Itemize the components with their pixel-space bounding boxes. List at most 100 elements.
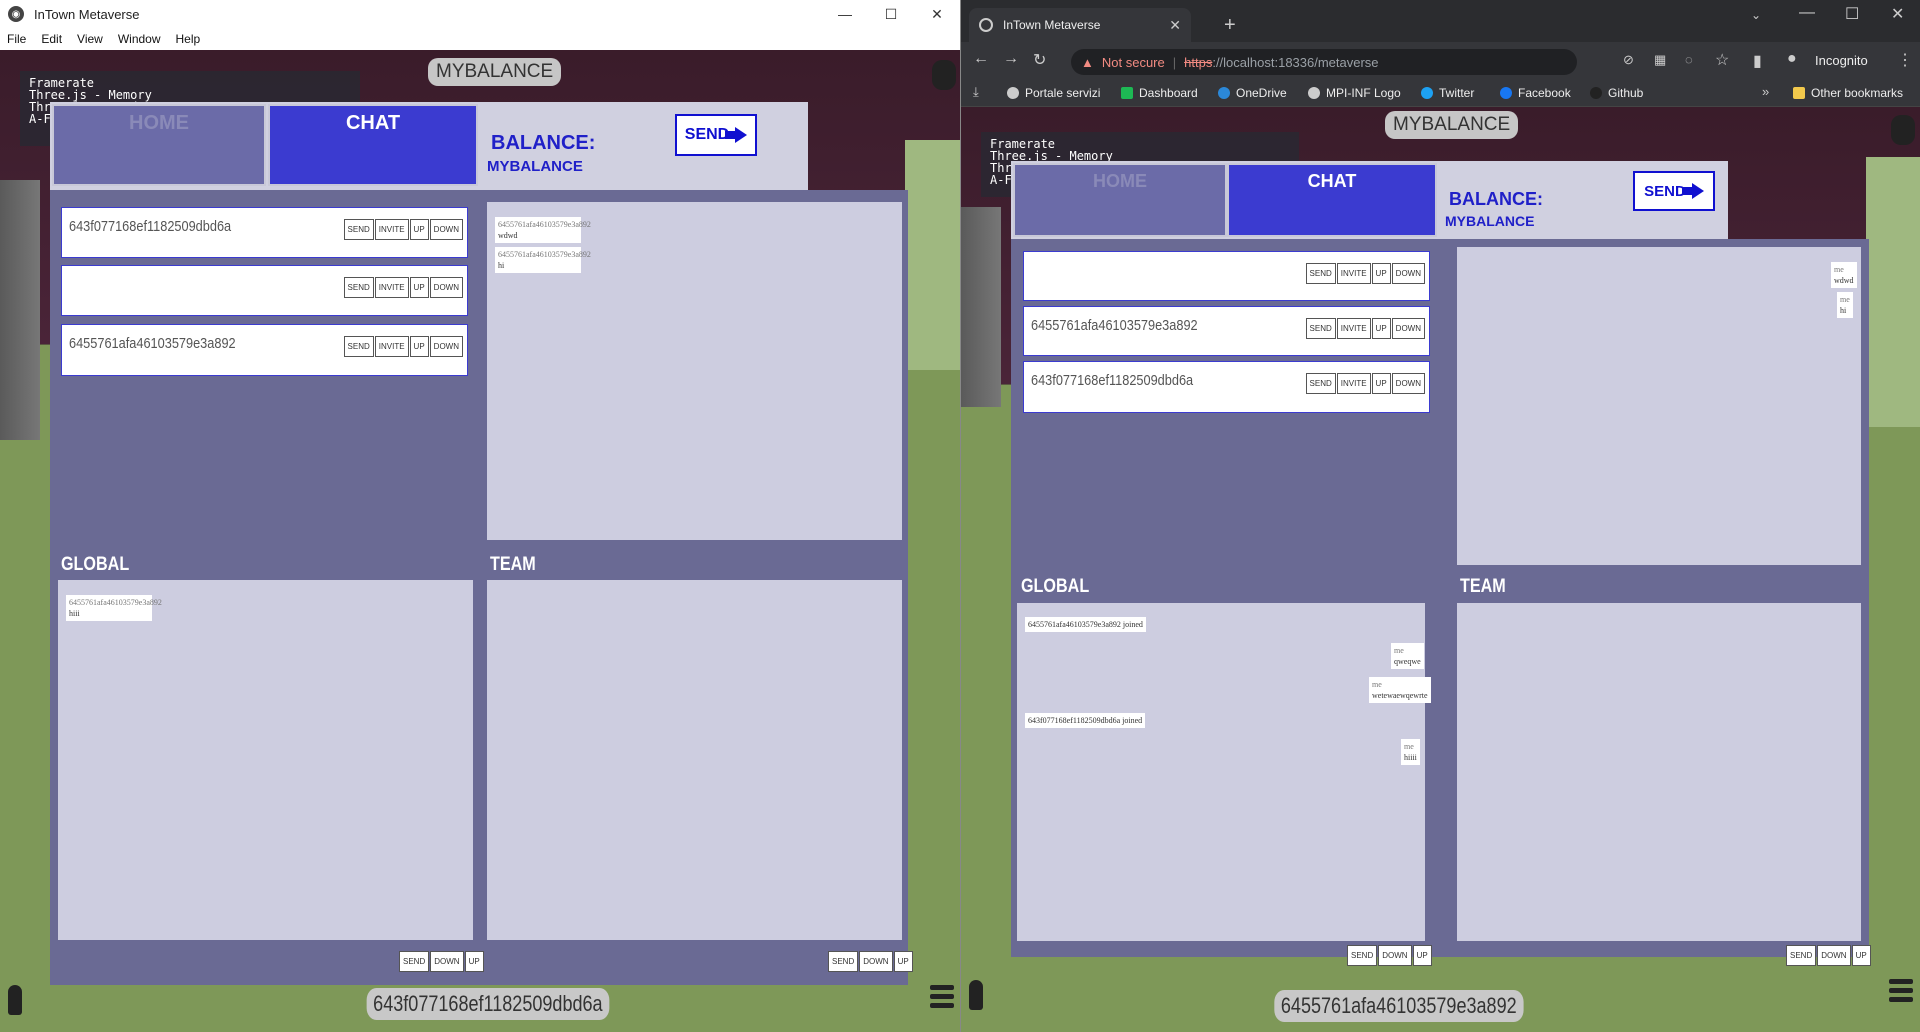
contact-send-button[interactable]: SEND — [1305, 263, 1336, 284]
extension-icon[interactable]: ▦ — [1654, 52, 1666, 68]
tab-home[interactable]: HOME — [1013, 163, 1227, 237]
metaverse-scene[interactable]: Framerate Three.js - Memory Three.js - R… — [961, 107, 1920, 1032]
contact-invite-button[interactable]: INVITE — [374, 277, 409, 298]
contact-invite-button[interactable]: INVITE — [1336, 318, 1371, 339]
team-up-button[interactable]: UP — [893, 951, 913, 972]
microphone-icon[interactable] — [969, 980, 983, 1010]
contact-row[interactable]: 6455761afa46103579e3a892 SEND INVITE UP … — [61, 324, 468, 376]
contact-invite-button[interactable]: INVITE — [1336, 263, 1371, 284]
contact-send-button[interactable]: SEND — [343, 336, 374, 357]
back-icon[interactable]: ← — [973, 50, 989, 68]
avatar-icon[interactable] — [1891, 115, 1915, 145]
contact-send-button[interactable]: SEND — [1305, 373, 1336, 394]
incognito-icon[interactable]: ● — [1787, 50, 1797, 68]
close-icon[interactable]: ✕ — [1891, 4, 1904, 24]
tab-close-icon[interactable]: ✕ — [1169, 17, 1181, 34]
send-balance-button[interactable]: SEND — [1633, 171, 1715, 211]
global-chat-box[interactable]: 6455761afa46103579e3a892 joined me qweqw… — [1017, 603, 1431, 941]
team-send-button[interactable]: SEND — [828, 951, 859, 972]
close-icon[interactable]: ✕ — [914, 0, 960, 28]
team-chat-box[interactable] — [487, 580, 902, 940]
bookmark-dashboard[interactable]: Dashboard — [1121, 86, 1198, 100]
bookmark-twitter[interactable]: Twitter — [1421, 86, 1474, 100]
team-down-button[interactable]: DOWN — [1817, 945, 1851, 966]
contact-down-button[interactable]: DOWN — [429, 277, 463, 298]
contact-up-button[interactable]: UP — [1371, 318, 1391, 339]
contact-up-button[interactable]: UP — [1371, 373, 1391, 394]
private-chat-box[interactable]: me wdwd me hi — [1457, 247, 1861, 565]
more-bookmarks-icon[interactable]: » — [1762, 84, 1769, 99]
tab-chat[interactable]: CHAT — [1227, 163, 1437, 237]
contact-row[interactable]: SEND INVITE UP DOWN — [1023, 251, 1430, 301]
bookmark-onedrive[interactable]: OneDrive — [1218, 86, 1287, 100]
minimize-icon[interactable]: — — [822, 0, 868, 28]
global-down-button[interactable]: DOWN — [430, 951, 464, 972]
contact-up-button[interactable]: UP — [409, 277, 429, 298]
metaverse-scene[interactable]: Framerate Three.js - Memory Three.js - R… — [0, 50, 960, 1032]
bookmark-mpi-inf-logo[interactable]: MPI-INF Logo — [1308, 86, 1401, 100]
menu-file[interactable]: File — [0, 32, 34, 46]
contact-down-button[interactable]: DOWN — [1391, 373, 1425, 394]
send-balance-button[interactable]: SEND — [675, 114, 757, 156]
maximize-icon[interactable]: ☐ — [1845, 4, 1859, 24]
menu-help[interactable]: Help — [169, 32, 209, 46]
menu-icon[interactable] — [930, 985, 954, 1012]
contact-up-button[interactable]: UP — [409, 219, 429, 240]
download-icon[interactable]: ⤓ — [973, 84, 979, 100]
team-down-button[interactable]: DOWN — [859, 951, 893, 972]
new-tab-icon[interactable]: + — [1224, 14, 1236, 37]
other-bookmarks[interactable]: Other bookmarks — [1793, 86, 1903, 100]
microphone-icon[interactable] — [8, 985, 22, 1015]
maximize-icon[interactable]: ☐ — [868, 0, 914, 28]
browser-tab[interactable]: InTown Metaverse ✕ — [969, 8, 1191, 42]
team-up-button[interactable]: UP — [1851, 945, 1871, 966]
minimize-icon[interactable]: — — [1799, 4, 1815, 22]
contact-down-button[interactable]: DOWN — [429, 219, 463, 240]
side-panel-icon[interactable]: ▮ — [1753, 51, 1762, 71]
eye-off-icon[interactable]: ◌ — [1685, 52, 1693, 67]
contact-row[interactable]: SEND INVITE UP DOWN — [61, 265, 468, 316]
global-down-button[interactable]: DOWN — [1378, 945, 1412, 966]
menu-view[interactable]: View — [70, 32, 111, 46]
contact-down-button[interactable]: DOWN — [429, 336, 463, 357]
global-up-button[interactable]: UP — [1412, 945, 1432, 966]
contact-send-button[interactable]: SEND — [1305, 318, 1336, 339]
address-bar[interactable]: ▲ Not secure | https ://localhost:18336/… — [1071, 49, 1577, 75]
private-chat-box[interactable]: 6455761afa46103579e3a892 wdwd 6455761afa… — [487, 202, 902, 540]
tab-chat[interactable]: CHAT — [268, 104, 478, 186]
bookmark-github[interactable]: Github — [1590, 86, 1643, 100]
global-chat-box[interactable]: 6455761afa46103579e3a892 hiii — [58, 580, 473, 940]
menu-icon[interactable] — [1889, 979, 1913, 1006]
contact-invite-button[interactable]: INVITE — [1336, 373, 1371, 394]
contact-down-button[interactable]: DOWN — [1391, 263, 1425, 284]
reload-icon[interactable]: ↻ — [1033, 50, 1046, 70]
contact-invite-button[interactable]: INVITE — [374, 336, 409, 357]
global-send-button[interactable]: SEND — [399, 951, 430, 972]
contact-send-button[interactable]: SEND — [343, 277, 374, 298]
forward-icon[interactable]: → — [1003, 50, 1019, 68]
global-send-button[interactable]: SEND — [1347, 945, 1378, 966]
not-secure-label[interactable]: Not secure — [1102, 55, 1165, 70]
contact-down-button[interactable]: DOWN — [1391, 318, 1425, 339]
menu-edit[interactable]: Edit — [34, 32, 70, 46]
bookmark-facebook[interactable]: Facebook — [1500, 86, 1571, 100]
contact-row[interactable]: 643f077168ef1182509dbd6a SEND INVITE UP … — [61, 207, 468, 258]
bookmark-portale-servizi[interactable]: Portale servizi — [1007, 86, 1100, 100]
incognito-label[interactable]: Incognito — [1815, 53, 1868, 68]
global-up-button[interactable]: UP — [464, 951, 484, 972]
tab-search-icon[interactable]: ⌄ — [1751, 8, 1761, 22]
contact-send-button[interactable]: SEND — [343, 219, 374, 240]
contact-invite-button[interactable]: INVITE — [374, 219, 409, 240]
avatar-icon[interactable] — [932, 60, 956, 90]
kebab-menu-icon[interactable]: ⋮ — [1897, 50, 1913, 70]
team-send-button[interactable]: SEND — [1786, 945, 1817, 966]
star-icon[interactable]: ☆ — [1715, 50, 1729, 70]
contact-up-button[interactable]: UP — [1371, 263, 1391, 284]
menu-window[interactable]: Window — [111, 32, 169, 46]
contact-row[interactable]: 643f077168ef1182509dbd6a SEND INVITE UP … — [1023, 361, 1430, 413]
popup-blocked-icon[interactable]: ⊘ — [1623, 52, 1634, 68]
team-chat-box[interactable] — [1457, 603, 1861, 941]
contact-up-button[interactable]: UP — [409, 336, 429, 357]
tab-home[interactable]: HOME — [52, 104, 266, 186]
contact-row[interactable]: 6455761afa46103579e3a892 SEND INVITE UP … — [1023, 306, 1430, 356]
